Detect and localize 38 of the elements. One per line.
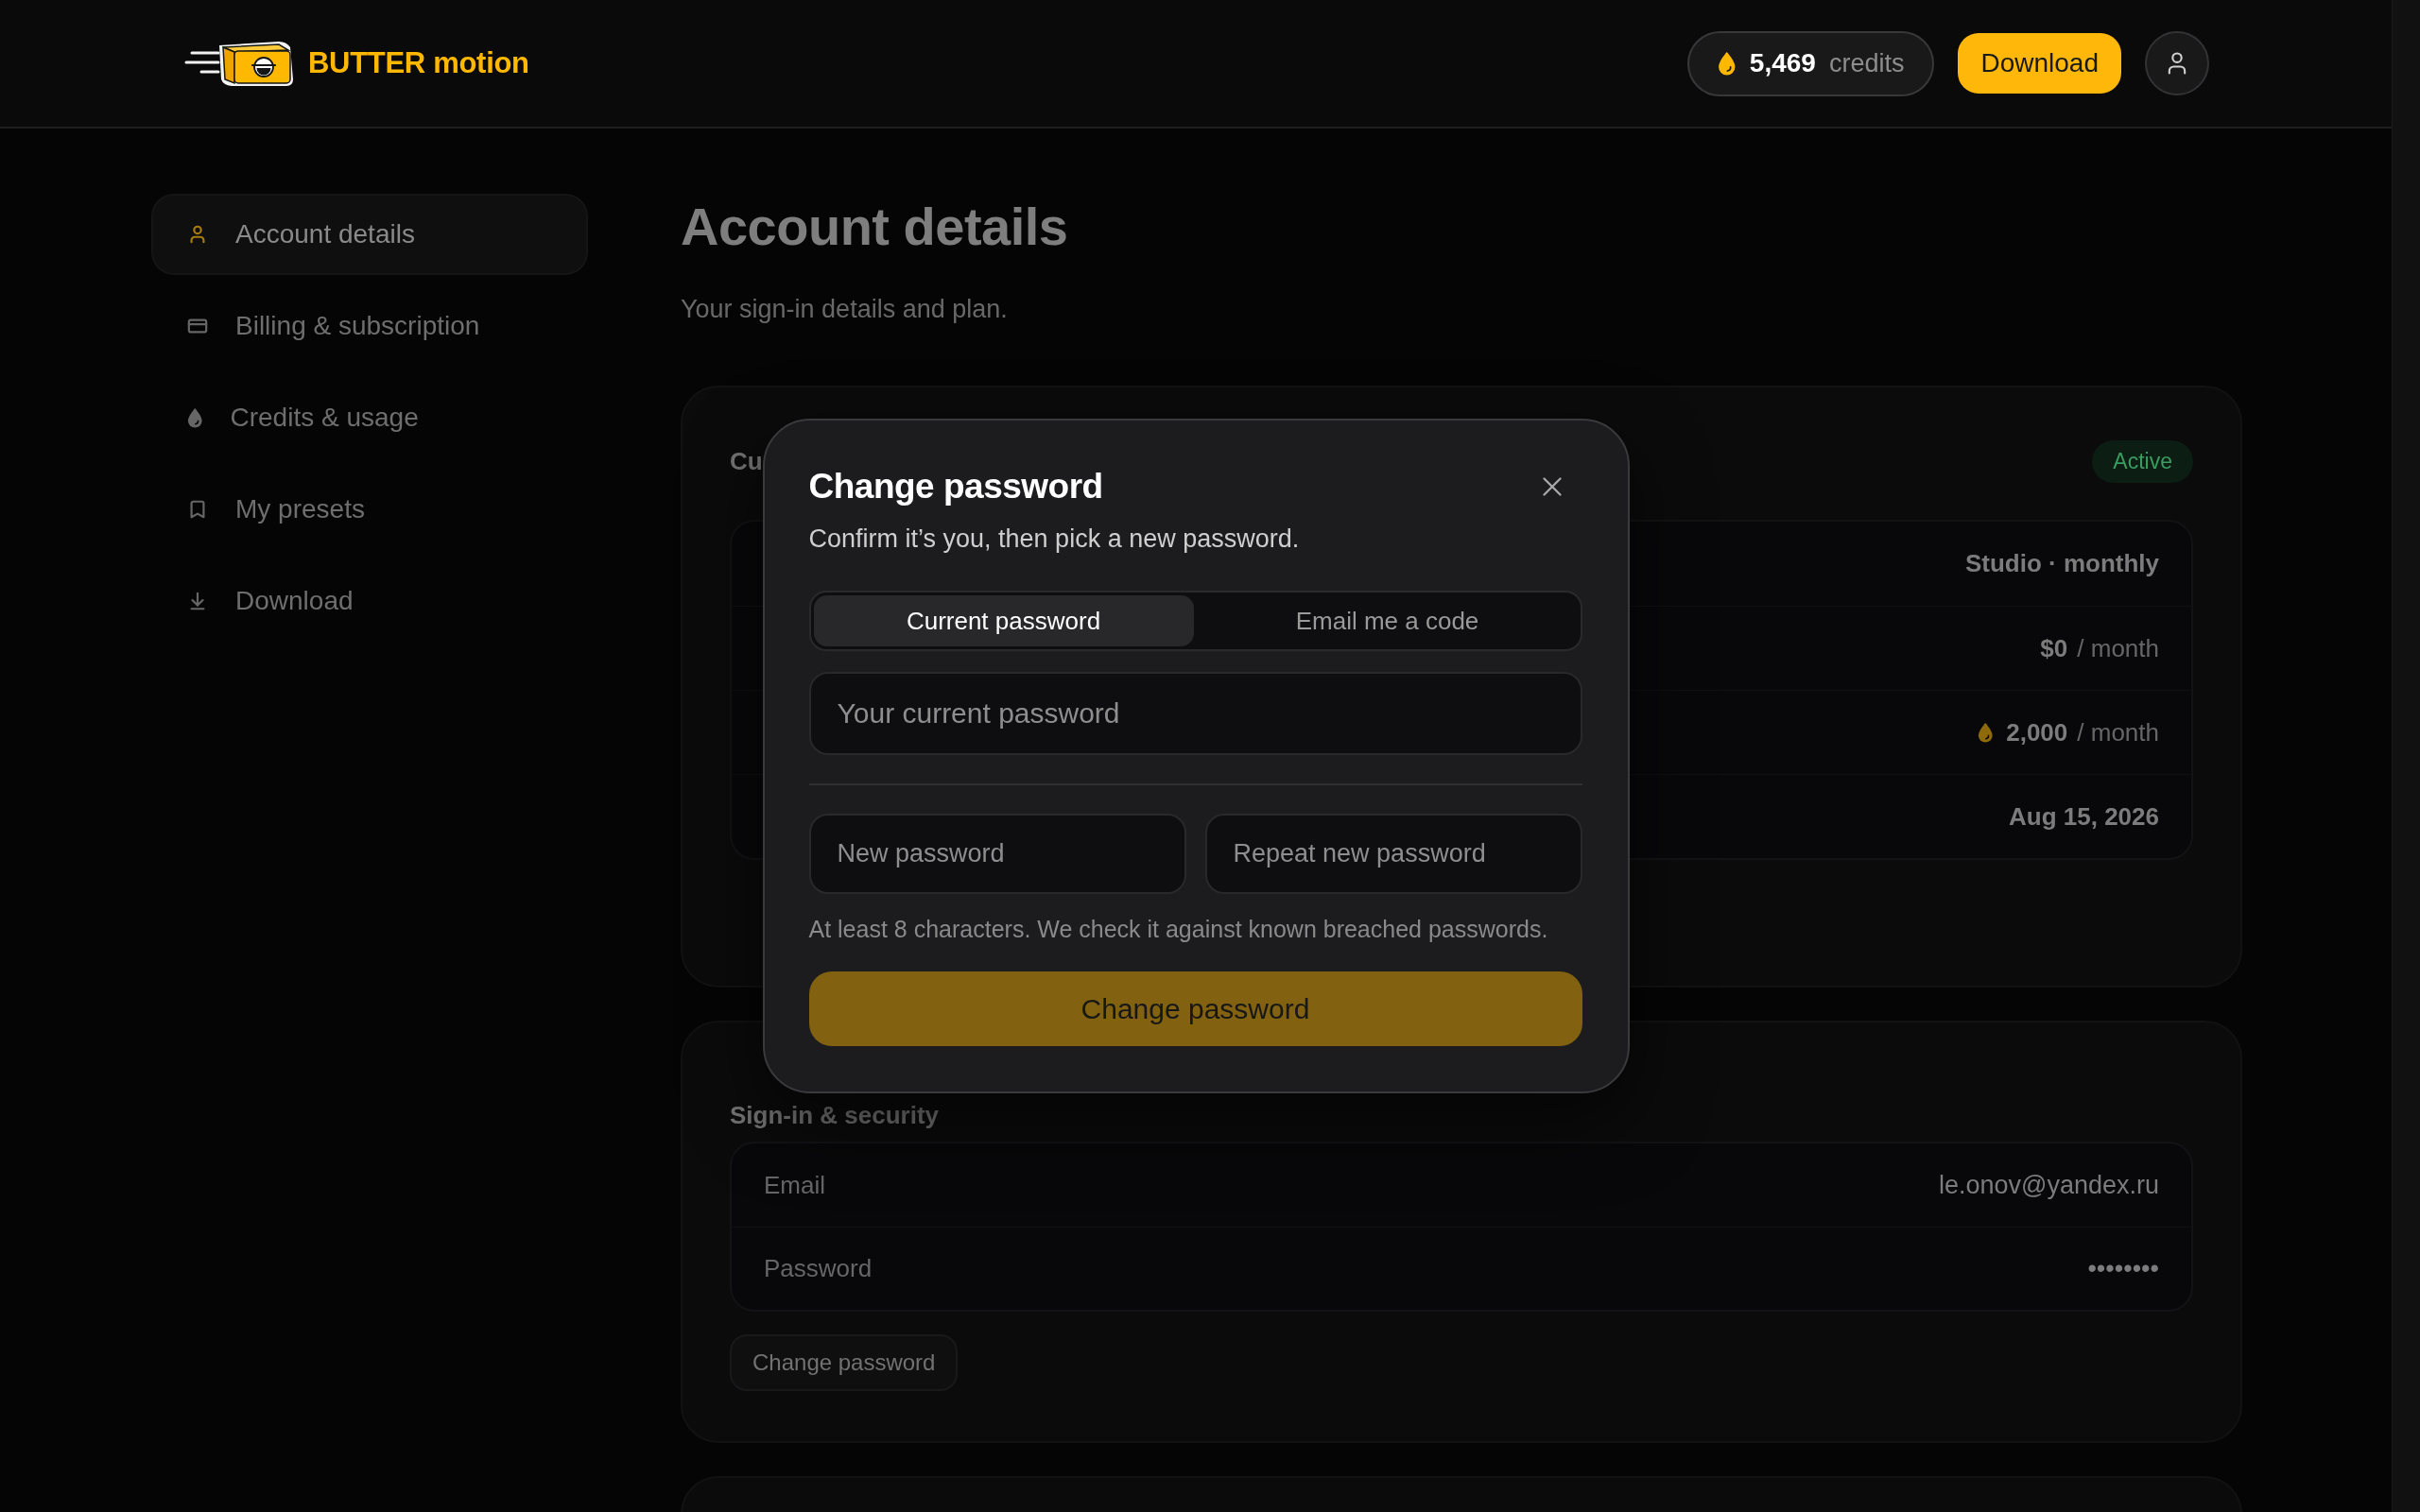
repeat-password-field[interactable]: Repeat new password <box>1204 814 1582 894</box>
plan-value: Aug 15, 2026 <box>2009 801 2159 832</box>
new-password-field[interactable]: New password <box>808 814 1186 894</box>
row-value: le.onov@yandex.ru <box>1938 1170 2159 1200</box>
sidebar-item[interactable]: Billing & subscription <box>151 285 588 367</box>
credits-button[interactable]: 5,469 credits <box>1687 30 1935 96</box>
bookmark-icon <box>187 499 208 520</box>
tab[interactable]: Current password <box>813 595 1194 646</box>
tab[interactable]: Email me a code <box>1197 595 1578 646</box>
drop-icon <box>1977 722 1994 743</box>
download-button[interactable]: Download <box>1958 33 2121 94</box>
card-icon <box>187 316 208 336</box>
scrollbar-track[interactable] <box>2392 0 2420 1512</box>
change-password-button[interactable]: Change password <box>730 1334 959 1391</box>
plan-value: Studio · monthly <box>1964 549 2159 578</box>
page-subtitle: Your sign-in details and plan. <box>681 294 1009 325</box>
sidebar-item[interactable]: Credits & usage <box>151 377 588 458</box>
sidebar-item[interactable]: Download <box>151 560 588 642</box>
drop-icon <box>1718 51 1737 76</box>
person-icon <box>187 224 208 245</box>
drop-icon <box>187 407 203 428</box>
dialog-subtitle: Confirm it’s you, then pick a new password. <box>808 524 1301 555</box>
logo-text: BUTTER motion <box>308 46 529 80</box>
card-title: Cu <box>730 446 763 476</box>
card-title: Sign-in & security <box>730 1100 940 1130</box>
sidebar-item[interactable]: My presets <box>151 469 588 550</box>
page-title: Account details <box>681 196 1069 258</box>
row-value: •••••••• <box>2087 1254 2159 1283</box>
price-value: $0 / month <box>2040 633 2159 663</box>
sidebar-item[interactable]: Account details <box>151 194 588 275</box>
butter-block-logo-icon <box>184 40 294 87</box>
credits-value: 2,000 / month <box>2006 717 2159 747</box>
row-label: Email <box>764 1170 825 1200</box>
row-label: Password <box>764 1254 873 1283</box>
dialog-title: Change password <box>808 467 1103 507</box>
password-hint: At least 8 characters. We check it against known breached passwords. <box>808 917 1549 941</box>
status-badge: Active <box>2092 439 2193 483</box>
current-password-field[interactable]: Your current password <box>808 672 1582 755</box>
